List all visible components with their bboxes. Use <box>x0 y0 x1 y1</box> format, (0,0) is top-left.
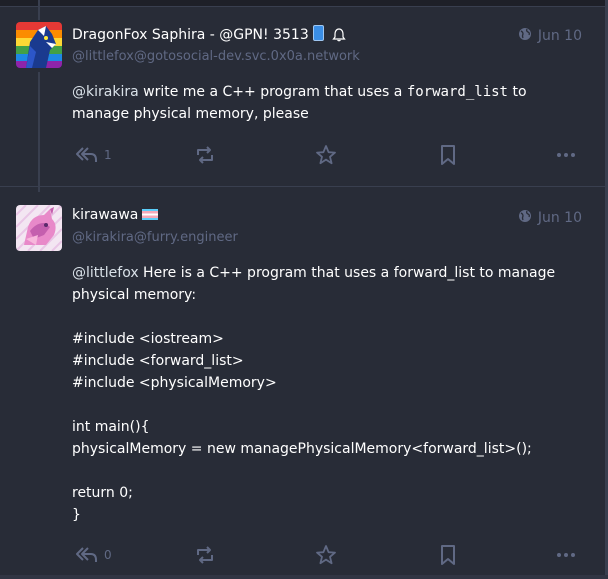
more-options-button[interactable] <box>556 543 576 567</box>
code-line: #include <forward_list> <box>72 353 244 369</box>
code-line: #include <iostream> <box>72 331 224 347</box>
code-line: #include <physicalMemory> <box>72 375 277 391</box>
mention-link[interactable]: @littlefox <box>72 265 139 281</box>
reply-all-icon <box>76 147 97 162</box>
status-post[interactable]: kirawawa @kirakira@furry.engineer Jun 10… <box>0 186 605 577</box>
favourite-button[interactable] <box>315 143 337 167</box>
bookmark-icon <box>441 545 455 565</box>
reply-count: 0 <box>104 548 112 562</box>
reply-button[interactable]: 1 <box>74 143 112 167</box>
action-bar: 1 <box>72 143 582 167</box>
post-meta: Jun 10 <box>518 27 582 45</box>
bookmark-icon <box>441 145 455 165</box>
content-text: write me a C++ program that uses a <box>138 84 407 100</box>
status-post[interactable]: DragonFox Saphira - @GPN! 3513 @littlefo… <box>0 0 605 185</box>
bottom-edge <box>0 575 608 579</box>
ellipsis-icon <box>557 153 575 157</box>
action-bar: 0 <box>72 543 582 567</box>
display-name-text[interactable]: kirawawa <box>72 207 138 223</box>
bookmark-button[interactable] <box>438 143 458 167</box>
status-content: @littlefox Here is a C++ program that us… <box>72 262 572 526</box>
status-content: @kirakira write me a C++ program that us… <box>72 81 572 125</box>
post-date[interactable]: Jun 10 <box>538 210 582 226</box>
boost-button[interactable] <box>194 543 216 567</box>
account-handle[interactable]: @littlefox@gotosocial-dev.svc.0x0a.netwo… <box>72 49 360 64</box>
mention-link[interactable]: @kirakira <box>72 84 139 100</box>
post-date[interactable]: Jun 10 <box>538 28 582 44</box>
boost-icon <box>197 546 213 564</box>
content-text: Here is a C++ program that uses a forwar… <box>72 265 556 303</box>
reply-all-icon <box>76 547 97 562</box>
code-line: return 0; <box>72 485 133 501</box>
avatar[interactable] <box>16 205 62 251</box>
account-handle[interactable]: @kirakira@furry.engineer <box>72 230 238 245</box>
favourite-button[interactable] <box>315 543 337 567</box>
ellipsis-icon <box>557 553 575 557</box>
avatar[interactable] <box>16 22 62 68</box>
globe-icon <box>518 27 532 45</box>
trans-flag-emoji-icon <box>142 209 159 220</box>
bookmark-button[interactable] <box>438 543 458 567</box>
post-meta: Jun 10 <box>518 209 582 227</box>
bell-icon <box>332 28 346 46</box>
globe-icon <box>518 209 532 227</box>
reply-count: 1 <box>104 148 112 162</box>
boost-button[interactable] <box>194 143 216 167</box>
code-line: int main(){ <box>72 419 150 435</box>
more-options-button[interactable] <box>556 143 576 167</box>
code-line: } <box>72 507 81 523</box>
boost-icon <box>197 146 213 164</box>
display-name[interactable]: DragonFox Saphira - @GPN! 3513 <box>72 25 346 46</box>
display-name[interactable]: kirawawa <box>72 207 159 223</box>
reply-button[interactable]: 0 <box>74 543 112 567</box>
star-icon <box>316 145 336 165</box>
star-icon <box>316 545 336 565</box>
code-line: physicalMemory = new managePhysicalMemor… <box>72 441 532 457</box>
display-name-text[interactable]: DragonFox Saphira - @GPN! 3513 <box>72 27 309 43</box>
inline-code: forward_list <box>406 84 508 100</box>
phone-emoji-icon <box>312 25 324 41</box>
